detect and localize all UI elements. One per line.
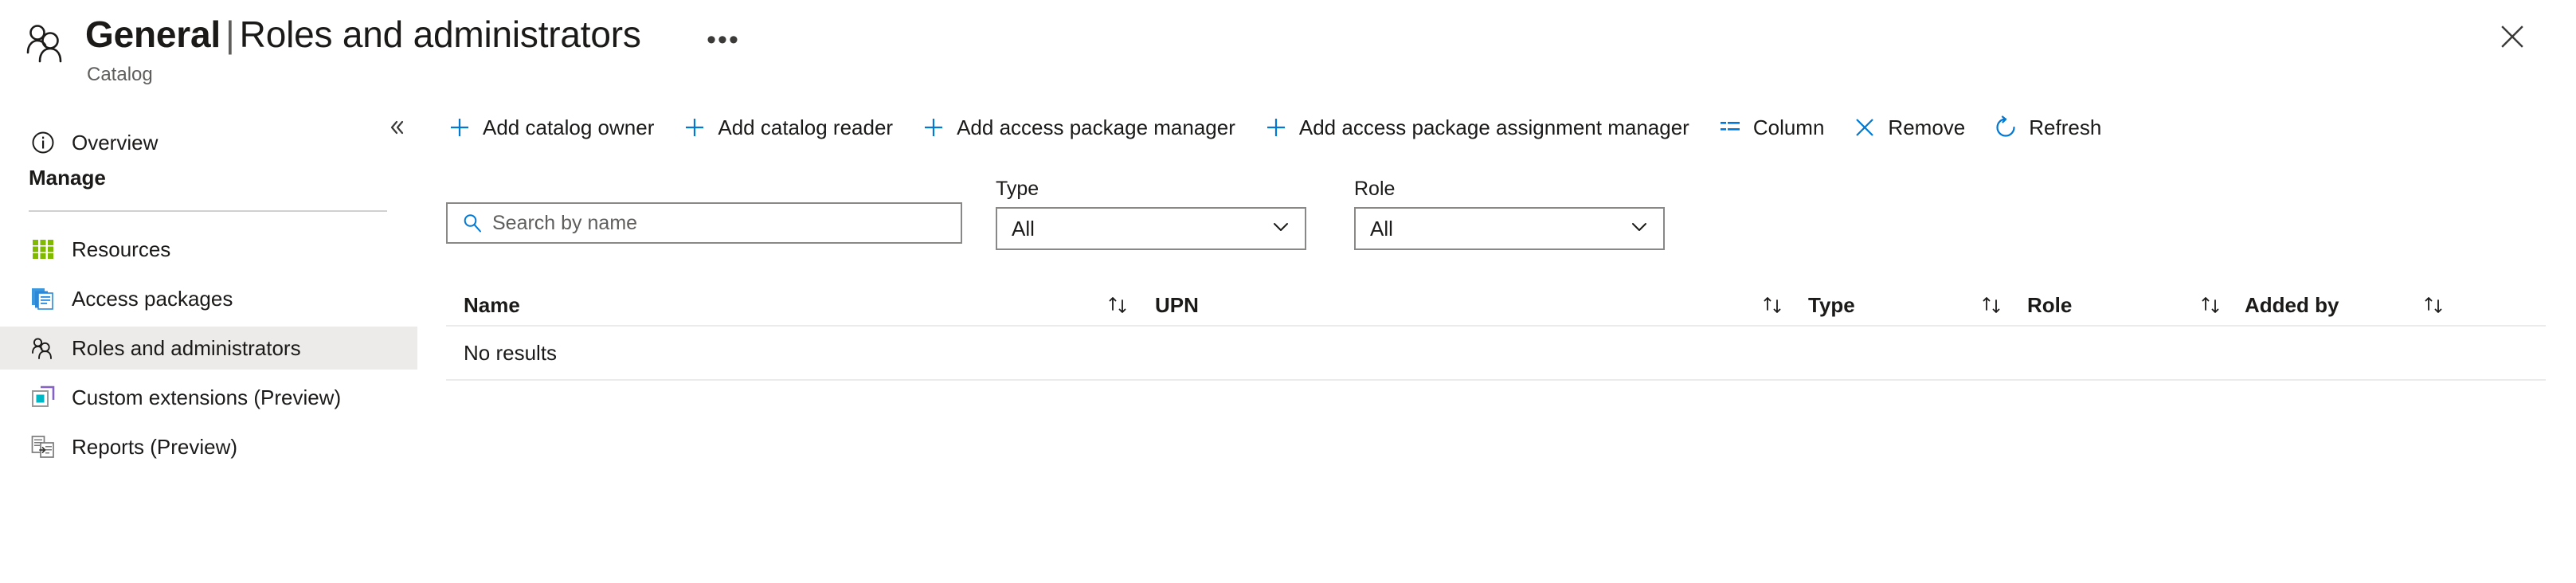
columns-icon	[1717, 114, 1744, 141]
sort-arrows-icon[interactable]	[1760, 285, 1784, 325]
type-filter: Type All	[996, 177, 1306, 250]
search-placeholder: Search by name	[492, 211, 637, 235]
add-access-package-assignment-manager-button[interactable]: Add access package assignment manager	[1263, 107, 1689, 148]
chevron-down-icon	[1270, 216, 1292, 242]
sort-arrows-icon[interactable]	[1106, 285, 1129, 325]
type-filter-value: All	[1012, 217, 1035, 241]
column-header-added-by[interactable]: Added by	[2245, 285, 2339, 325]
sort-arrows-icon[interactable]	[2198, 285, 2222, 325]
x-cross-icon	[1851, 114, 1878, 141]
sidebar-item-label: Resources	[72, 237, 170, 261]
more-options-button[interactable]: •••	[701, 24, 746, 56]
type-filter-label: Type	[996, 177, 1306, 201]
sidebar-group-heading: Manage	[29, 166, 106, 190]
command-label: Add catalog reader	[718, 115, 893, 139]
column-header-label: Type	[1808, 293, 1855, 317]
add-catalog-reader-button[interactable]: Add catalog reader	[681, 107, 893, 148]
sidebar-item-reports[interactable]: Reports (Preview)	[0, 425, 417, 468]
command-label: Add access package assignment manager	[1299, 115, 1689, 139]
documents-blue-icon	[29, 284, 57, 313]
role-filter: Role All	[1354, 177, 1665, 250]
sidebar-item-label: Reports (Preview)	[72, 435, 237, 459]
page-title-separator: |	[221, 14, 240, 55]
plus-icon	[446, 114, 473, 141]
column-header-name[interactable]: Name	[464, 285, 520, 325]
users-group-icon	[29, 334, 57, 362]
command-label: Column	[1753, 115, 1825, 139]
command-label: Refresh	[2029, 115, 2101, 139]
remove-button[interactable]: Remove	[1851, 107, 1965, 148]
blade-header: General|Roles and administrators Catalog…	[0, 0, 2576, 96]
sidebar-item-overview[interactable]: Overview	[0, 121, 417, 164]
role-filter-value: All	[1370, 217, 1393, 241]
empty-message: No results	[464, 341, 557, 365]
column-header-label: Role	[2027, 293, 2072, 317]
command-label: Add access package manager	[957, 115, 1235, 139]
sidebar-item-label: Roles and administrators	[72, 336, 301, 360]
sort-arrows-icon[interactable]	[1979, 285, 2003, 325]
column-header-role[interactable]: Role	[2027, 285, 2072, 325]
sidebar-divider	[29, 210, 387, 212]
sort-arrows-icon[interactable]	[2421, 285, 2445, 325]
command-label: Remove	[1888, 115, 1965, 139]
column-button[interactable]: Column	[1717, 107, 1825, 148]
column-header-label: Name	[464, 293, 520, 317]
search-icon	[459, 209, 486, 237]
sidebar-item-access-packages[interactable]: Access packages	[0, 277, 417, 320]
plus-icon	[1263, 114, 1290, 141]
sidebar-item-custom-extensions[interactable]: Custom extensions (Preview)	[0, 376, 417, 419]
role-filter-label: Role	[1354, 177, 1665, 201]
chevron-down-icon	[1628, 216, 1650, 242]
info-circle-icon	[29, 128, 57, 157]
search-input[interactable]: Search by name	[446, 202, 962, 244]
close-icon[interactable]	[2492, 16, 2533, 57]
page-title-primary: General	[85, 14, 221, 55]
table-bottom-divider	[446, 379, 2546, 381]
azure-portal-blade: General|Roles and administrators Catalog…	[0, 0, 2576, 583]
role-filter-select[interactable]: All	[1354, 207, 1665, 250]
sidebar-nav: Overview Manage Resources	[0, 96, 430, 583]
column-header-type[interactable]: Type	[1808, 285, 1855, 325]
sidebar-item-label: Overview	[72, 131, 158, 155]
sidebar-item-label: Access packages	[72, 287, 233, 311]
table-header-row: Name UPN Type Role	[446, 285, 2546, 325]
sidebar-item-label: Custom extensions (Preview)	[72, 385, 341, 409]
column-header-label: Added by	[2245, 293, 2339, 317]
column-header-upn[interactable]: UPN	[1155, 285, 1199, 325]
table-empty-row: No results	[446, 327, 2546, 379]
page-title-secondary: Roles and administrators	[240, 14, 641, 55]
command-bar: Add catalog owner Add catalog reader Add…	[446, 107, 2101, 148]
type-filter-select[interactable]: All	[996, 207, 1306, 250]
page-title: General|Roles and administrators	[85, 11, 641, 57]
grid-green-icon	[29, 235, 57, 264]
refresh-icon	[1992, 114, 2019, 141]
refresh-button[interactable]: Refresh	[1992, 107, 2101, 148]
sidebar-item-resources[interactable]: Resources	[0, 228, 417, 271]
plus-icon	[681, 114, 708, 141]
page-subtitle: Catalog	[87, 64, 153, 86]
reports-icon	[29, 432, 57, 461]
roles-table: Name UPN Type Role	[446, 285, 2546, 381]
custom-extension-icon	[29, 383, 57, 412]
sidebar-item-roles-and-administrators[interactable]: Roles and administrators	[0, 327, 417, 370]
add-catalog-owner-button[interactable]: Add catalog owner	[446, 107, 654, 148]
column-header-label: UPN	[1155, 293, 1199, 317]
command-label: Add catalog owner	[483, 115, 654, 139]
plus-icon	[920, 114, 947, 141]
users-group-icon	[24, 19, 72, 67]
add-access-package-manager-button[interactable]: Add access package manager	[920, 107, 1235, 148]
